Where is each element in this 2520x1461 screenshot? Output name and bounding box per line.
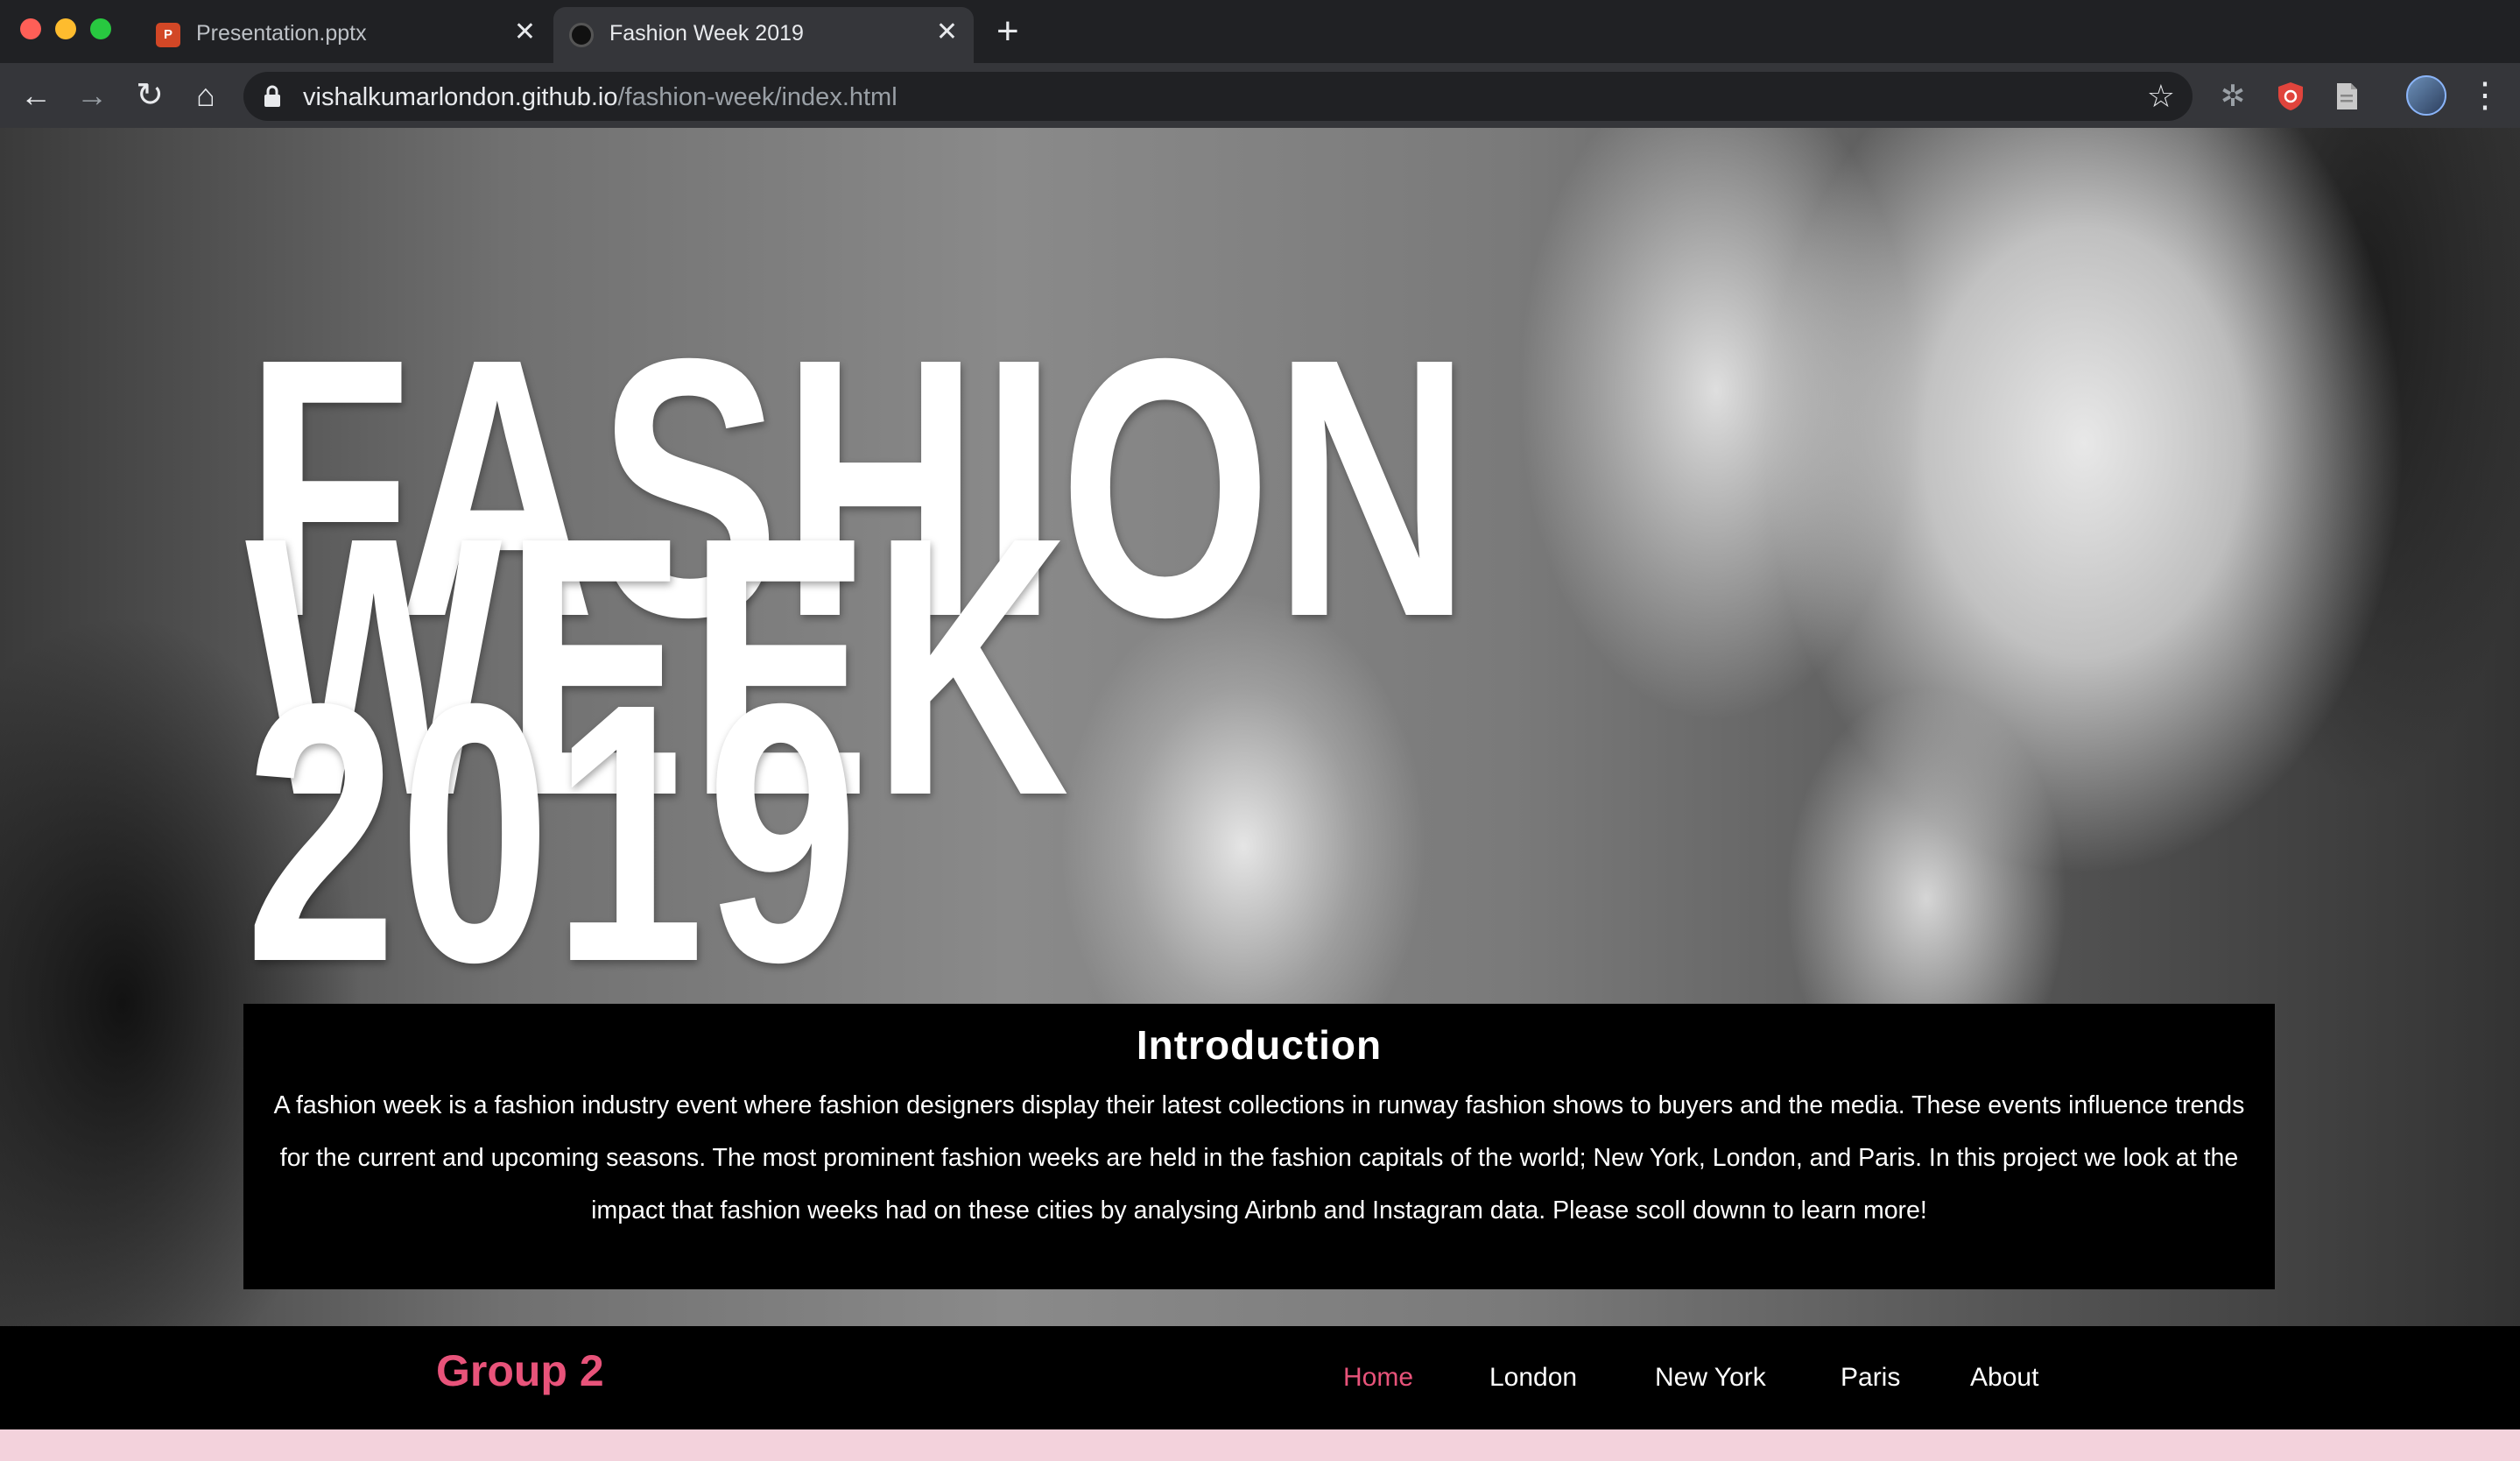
nav-link-paris[interactable]: Paris: [1841, 1363, 1900, 1393]
extension-shield-icon[interactable]: [2273, 79, 2308, 114]
site-icon: [569, 23, 594, 47]
tab-close-icon[interactable]: ✕: [936, 19, 958, 46]
extension-document-icon[interactable]: [2329, 79, 2364, 114]
site-navbar: Group 2 Home London New York Paris About: [0, 1326, 2520, 1429]
nav-link-about[interactable]: About: [1970, 1363, 2038, 1393]
nav-link-london[interactable]: London: [1489, 1363, 1577, 1393]
lock-icon: [264, 85, 280, 107]
forward-arrow-icon[interactable]: →: [72, 75, 112, 116]
next-section-edge: [0, 1429, 2520, 1461]
tab-title: Fashion Week 2019: [609, 21, 804, 46]
bookmark-star-icon[interactable]: ☆: [2147, 79, 2175, 114]
address-bar[interactable]: vishalkumarlondon.github.io/fashion-week…: [243, 72, 2193, 121]
page-viewport: FASHION WEEK 2019 Introduction A fashion…: [0, 128, 2520, 1461]
tab-presentation[interactable]: P Presentation.pptx ✕: [140, 7, 552, 63]
new-tab-plus-icon[interactable]: +: [996, 12, 1019, 51]
tab-fashion-week[interactable]: Fashion Week 2019 ✕: [553, 7, 974, 63]
tab-title: Presentation.pptx: [196, 21, 367, 46]
nav-link-new-york[interactable]: New York: [1655, 1363, 1766, 1393]
url-host: vishalkumarlondon.github.io: [303, 83, 618, 111]
maximize-window-button[interactable]: [90, 18, 111, 39]
tab-close-icon[interactable]: ✕: [514, 19, 536, 46]
introduction-heading: Introduction: [1136, 1022, 1383, 1068]
browser-tab-bar: P Presentation.pptx ✕ Fashion Week 2019 …: [0, 0, 2520, 63]
menu-kebab-icon[interactable]: ⋮: [2467, 75, 2502, 116]
browser-toolbar: ← → ↻ ⌂ vishalkumarlondon.github.io/fash…: [0, 63, 2520, 128]
introduction-panel: Introduction A fashion week is a fashion…: [243, 1004, 2275, 1289]
profile-avatar[interactable]: [2406, 75, 2446, 116]
extension-puzzle-icon[interactable]: ✲: [2215, 79, 2250, 114]
introduction-body: A fashion week is a fashion industry eve…: [273, 1091, 2245, 1225]
home-icon[interactable]: ⌂: [186, 75, 226, 116]
back-arrow-icon[interactable]: ←: [16, 75, 56, 116]
nav-link-home[interactable]: Home: [1343, 1363, 1413, 1393]
url-path: /fashion-week/index.html: [617, 83, 897, 111]
reload-icon[interactable]: ↻: [130, 75, 170, 116]
hero-section: FASHION WEEK 2019 Introduction A fashion…: [0, 128, 2520, 1326]
close-window-button[interactable]: [20, 18, 41, 39]
hero-title-line-year: 2019: [245, 628, 862, 1039]
powerpoint-icon: P: [156, 23, 180, 47]
url-text: vishalkumarlondon.github.io/fashion-week…: [303, 83, 897, 112]
minimize-window-button[interactable]: [55, 18, 76, 39]
brand-logo-text[interactable]: Group 2: [436, 1345, 604, 1396]
